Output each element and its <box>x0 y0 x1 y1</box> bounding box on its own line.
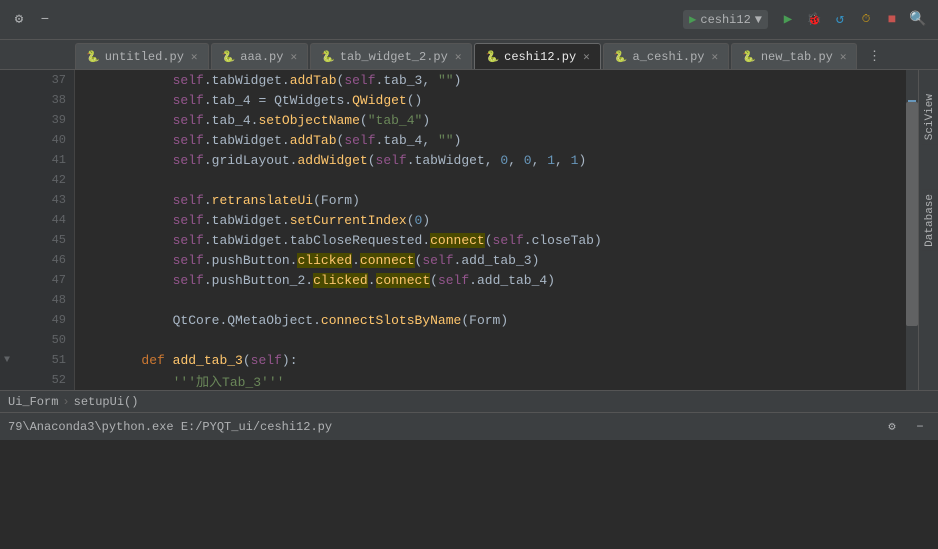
tab-tab-widget-2[interactable]: 🐍 tab_widget_2.py ✕ <box>310 43 472 69</box>
line-num-47: 47 <box>0 270 74 290</box>
code-line-43: self.retranslateUi(Form) <box>79 190 906 210</box>
tab-icon-untitled: 🐍 <box>86 50 100 64</box>
toolbar-actions: ▶ 🐞 ↺ ⏱ ■ 🔍 <box>776 8 930 32</box>
line-num-37: 37 <box>0 70 74 90</box>
status-gear-button[interactable]: ⚙ <box>882 417 902 437</box>
tab-icon-new-tab: 🐍 <box>742 50 756 64</box>
clicked-highlight-46: clicked <box>297 253 352 268</box>
tab-close-a-ceshi[interactable]: ✕ <box>712 50 719 64</box>
rerun-button[interactable]: ↺ <box>828 8 852 32</box>
line-num-49: 49 <box>0 310 74 330</box>
settings-icon[interactable]: ⚙ <box>8 9 30 31</box>
status-minus-button[interactable]: − <box>910 417 930 437</box>
line-num-48: 48 <box>0 290 74 310</box>
code-line-47: self.pushButton_2.clicked.connect(self.a… <box>79 270 906 290</box>
code-line-39: self.tab_4.setObjectName("tab_4") <box>79 110 906 130</box>
tab-close-tab-widget-2[interactable]: ✕ <box>455 50 462 64</box>
breadcrumb-method[interactable]: setupUi() <box>74 395 139 409</box>
code-line-45: self.tabWidget.tabCloseRequested.connect… <box>79 230 906 250</box>
tab-label-a-ceshi: a_ceshi.py <box>633 50 705 64</box>
code-line-48 <box>79 290 906 310</box>
line-num-46: 46 <box>0 250 74 270</box>
tab-close-untitled[interactable]: ✕ <box>191 50 198 64</box>
code-line-52: '''加入Tab_3''' <box>79 370 906 390</box>
fold-icon-51[interactable]: ▼ <box>4 355 10 366</box>
code-line-38: self.tab_4 = QtWidgets.QWidget() <box>79 90 906 110</box>
breadcrumb-separator: › <box>62 395 69 409</box>
breadcrumb: Ui_Form › setupUi() <box>0 390 938 412</box>
tab-untitled[interactable]: 🐍 untitled.py ✕ <box>75 43 209 69</box>
code-lines: self.tabWidget.addTab(self.tab_3, "") se… <box>75 70 906 390</box>
tab-label-aaa: aaa.py <box>240 50 283 64</box>
line-num-44: 44 <box>0 210 74 230</box>
scrollbar-minimap <box>906 70 918 390</box>
line-num-50: 50 <box>0 330 74 350</box>
coverage-button[interactable]: ⏱ <box>854 8 878 32</box>
run-config-dropdown[interactable]: ▶ ceshi12 ▼ <box>683 10 768 29</box>
line-num-41: 41 <box>0 150 74 170</box>
toolbar-left: ⚙ − <box>8 9 56 31</box>
tab-icon-ceshi12: 🐍 <box>485 50 499 64</box>
line-num-45: 45 <box>0 230 74 250</box>
database-panel-label[interactable]: Database <box>922 190 938 251</box>
status-bar: 79\Anaconda3\python.exe E:/PYQT_ui/ceshi… <box>0 412 938 440</box>
line-num-38: 38 <box>0 90 74 110</box>
chevron-down-icon: ▼ <box>755 13 762 27</box>
tab-icon-tab-widget-2: 🐍 <box>321 50 335 64</box>
run-config-icon: ▶ <box>689 12 696 27</box>
run-config-label: ceshi12 <box>700 13 750 27</box>
minimize-icon[interactable]: − <box>34 9 56 31</box>
line-num-52: 52 <box>0 370 74 390</box>
debug-button[interactable]: 🐞 <box>802 8 826 32</box>
tab-label-untitled: untitled.py <box>105 50 184 64</box>
main-area: 37 38 39 40 41 42 43 44 45 46 47 48 49 5… <box>0 70 938 390</box>
tab-label-tab-widget-2: tab_widget_2.py <box>340 50 448 64</box>
tabs-bar: 🐍 untitled.py ✕ 🐍 aaa.py ✕ 🐍 tab_widget_… <box>0 40 938 70</box>
code-line-51: def add_tab_3(self): <box>79 350 906 370</box>
tab-ceshi12[interactable]: 🐍 ceshi12.py ✕ <box>474 43 600 69</box>
stop-button[interactable]: ■ <box>880 8 904 32</box>
line-num-42: 42 <box>0 170 74 190</box>
code-line-50 <box>79 330 906 350</box>
tab-label-new-tab: new_tab.py <box>761 50 833 64</box>
tab-aaa[interactable]: 🐍 aaa.py ✕ <box>211 43 309 69</box>
tab-icon-a-ceshi: 🐍 <box>614 50 628 64</box>
tab-icon-aaa: 🐍 <box>222 50 236 64</box>
line-num-43: 43 <box>0 190 74 210</box>
right-panel: SciView Database <box>918 70 938 390</box>
clicked-highlight-47: clicked <box>313 273 368 288</box>
code-line-44: self.tabWidget.setCurrentIndex(0) <box>79 210 906 230</box>
line-num-40: 40 <box>0 130 74 150</box>
tab-label-ceshi12: ceshi12.py <box>504 50 576 64</box>
code-line-42 <box>79 170 906 190</box>
scrollbar-thumb[interactable] <box>906 102 918 326</box>
tab-close-new-tab[interactable]: ✕ <box>840 50 847 64</box>
line-num-51: ▼ 51 <box>0 350 74 370</box>
code-line-40: self.tabWidget.addTab(self.tab_4, "") <box>79 130 906 150</box>
search-button[interactable]: 🔍 <box>906 8 930 32</box>
tab-close-ceshi12[interactable]: ✕ <box>583 50 590 64</box>
app-window: ⚙ − ▶ ceshi12 ▼ ▶ 🐞 ↺ ⏱ ■ 🔍 🐍 untitled.p… <box>0 0 938 440</box>
line-numbers: 37 38 39 40 41 42 43 44 45 46 47 48 49 5… <box>0 70 75 390</box>
breadcrumb-class[interactable]: Ui_Form <box>8 395 58 409</box>
tab-new-tab[interactable]: 🐍 new_tab.py ✕ <box>731 43 857 69</box>
tab-close-aaa[interactable]: ✕ <box>290 50 297 64</box>
tab-a-ceshi[interactable]: 🐍 a_ceshi.py ✕ <box>603 43 729 69</box>
code-line-41: self.gridLayout.addWidget(self.tabWidget… <box>79 150 906 170</box>
toolbar: ⚙ − ▶ ceshi12 ▼ ▶ 🐞 ↺ ⏱ ■ 🔍 <box>0 0 938 40</box>
sciview-panel-label[interactable]: SciView <box>922 90 938 144</box>
code-line-49: QtCore.QMetaObject.connectSlotsByName(Fo… <box>79 310 906 330</box>
line-num-39: 39 <box>0 110 74 130</box>
code-editor[interactable]: self.tabWidget.addTab(self.tab_3, "") se… <box>75 70 906 390</box>
run-button[interactable]: ▶ <box>776 8 800 32</box>
code-line-46: self.pushButton.clicked.connect(self.add… <box>79 250 906 270</box>
tabs-more-button[interactable]: ⋮ <box>863 43 885 69</box>
status-path: 79\Anaconda3\python.exe E:/PYQT_ui/ceshi… <box>8 420 332 434</box>
code-scrollbar[interactable] <box>906 70 918 390</box>
code-line-37: self.tabWidget.addTab(self.tab_3, "") <box>79 70 906 90</box>
